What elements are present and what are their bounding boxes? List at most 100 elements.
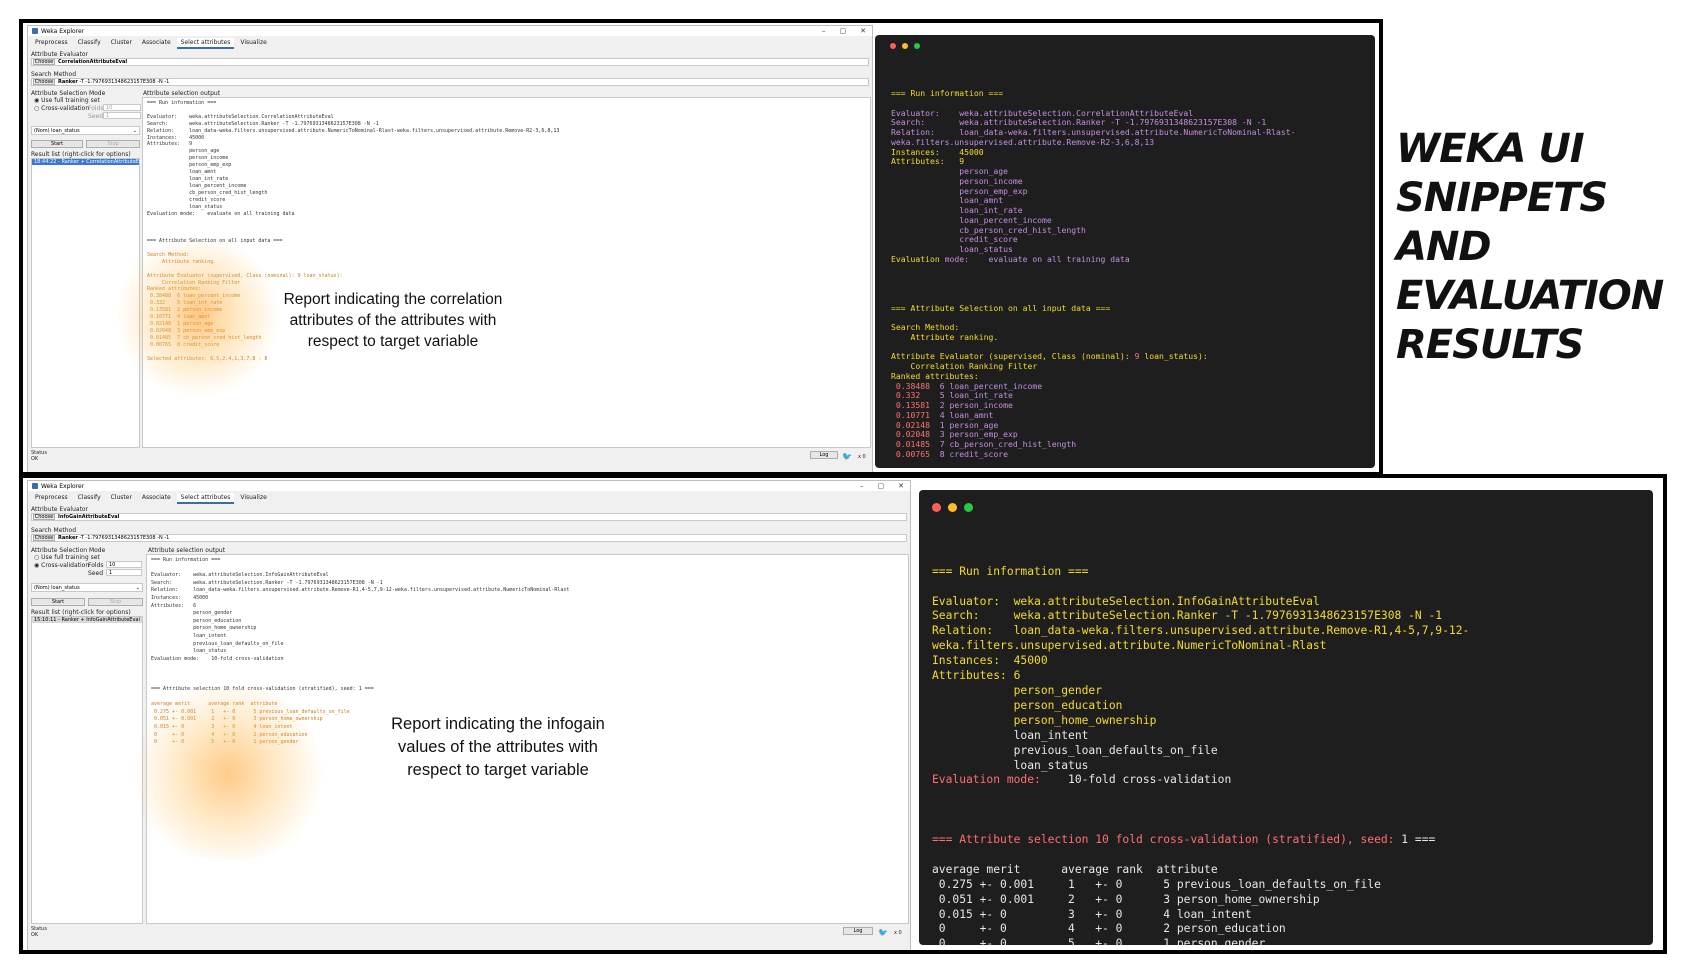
minimize-dot-icon[interactable] [948, 503, 957, 512]
stop-button[interactable]: Stop [88, 598, 143, 606]
output-line: Evaluator: weka.attributeSelection.InfoG… [151, 572, 329, 579]
output-line: Evaluation mode: 10-fold cross-validatio… [151, 655, 284, 662]
text-span: 0.13581 [891, 400, 940, 410]
text-span: 0.01485 [891, 439, 940, 449]
start-button[interactable]: Start [31, 598, 85, 606]
output-line: Evaluation mode: 10-fold cross-validatio… [932, 773, 1653, 788]
use-full-radio[interactable]: ◉ Use full training set [34, 97, 100, 104]
choose-evaluator-button[interactable]: Choose [33, 514, 55, 520]
close-dot-icon[interactable] [890, 43, 896, 49]
minimize-dot-icon[interactable] [902, 43, 908, 49]
text-span: 5 loan_int_rate [939, 390, 1013, 401]
text-span: 9 [1134, 351, 1145, 362]
window-dots [932, 503, 973, 512]
section-title: === Attribute selection 10 fold cross-va… [932, 833, 1653, 848]
start-button[interactable]: Start [31, 140, 83, 148]
log-button[interactable]: Log [843, 927, 873, 935]
output-line: Instances: 45000 [151, 594, 209, 601]
output-line: loan_status [151, 648, 227, 655]
maximize-icon[interactable]: ▢ [878, 482, 885, 490]
folds-input[interactable]: 10 [103, 104, 141, 111]
choose-search-button[interactable]: Choose [33, 79, 55, 85]
chevron-down-icon: ⌄ [135, 585, 140, 591]
output-line: === Run information === [151, 557, 221, 563]
output-line: person_home_ownership [151, 625, 257, 632]
table-row: 0 +- 0 4 +- 0 2 person_education [932, 922, 1286, 936]
weka-app-icon [32, 28, 38, 34]
tab-cluster[interactable]: Cluster [107, 493, 136, 504]
attribute-line: loan_intent [932, 728, 1089, 742]
search-method-label: Search Method [31, 527, 77, 534]
close-icon[interactable]: ✕ [860, 27, 866, 35]
close-dot-icon[interactable] [932, 503, 941, 512]
attribute-line: person_home_ownership [932, 713, 1157, 727]
text-span: evaluate on all training data [968, 253, 1130, 264]
tab-classify[interactable]: Classify [74, 38, 105, 49]
search-field[interactable]: Choose Ranker -T -1.7976931348623157E308 … [31, 534, 907, 542]
class-select[interactable]: (Nom) loan_status ⌄ [31, 583, 143, 592]
output-title: Attribute selection output [143, 90, 221, 97]
stop-button[interactable]: Stop [86, 140, 140, 148]
heading-line: RESULTS [1396, 322, 1584, 368]
choose-search-button[interactable]: Choose [33, 535, 55, 541]
text-span: Instances: [891, 146, 960, 157]
tab-associate[interactable]: Associate [138, 38, 175, 49]
search-field[interactable]: Choose Ranker -T -1.7976931348623157E308 … [31, 78, 869, 86]
tab-classify[interactable]: Classify [74, 493, 105, 504]
evaluator-field[interactable]: Choose InfoGainAttributeEval [31, 513, 907, 521]
tab-associate[interactable]: Associate [138, 493, 175, 504]
table-row: 0.051 +- 0.001 2 +- 0 3 person_home_owne… [932, 892, 1320, 906]
output-line: Instances: 45000 [147, 134, 205, 141]
class-select[interactable]: (Nom) loan_status ⌄ [31, 126, 140, 135]
maximize-icon[interactable]: ▢ [840, 27, 847, 35]
text-span: Instances: [932, 654, 1014, 668]
use-full-radio[interactable]: ○ Use full training set [34, 554, 100, 561]
chevron-down-icon: ⌄ [132, 128, 137, 134]
output-line: Selected attributes: 6,5,2,4,1,3,7,8 : 8 [147, 355, 268, 362]
minimize-icon[interactable]: – [860, 482, 864, 490]
output-line: Relation: loan_data-weka.filters.unsuper… [151, 587, 570, 594]
zoom-dot-icon[interactable] [914, 43, 920, 49]
seed-input[interactable]: 1 [103, 112, 141, 119]
bird-icon: 🐦 [878, 928, 888, 937]
seed-input[interactable]: 1 [106, 569, 142, 576]
folds-input[interactable]: 10 [106, 561, 142, 568]
tab-preprocess[interactable]: Preprocess [31, 38, 72, 49]
text-span: Relation: [932, 624, 1014, 638]
text-span: 3 person_emp_exp [939, 429, 1018, 440]
output-line: Search: weka.attributeSelection.Ranker -… [151, 579, 383, 586]
minimize-icon[interactable]: – [822, 27, 826, 35]
search-name: Ranker [58, 535, 78, 541]
tab-cluster[interactable]: Cluster [107, 38, 136, 49]
text-span: weka.attributeSelection.Ranker -T -1.797… [959, 117, 1267, 128]
text-span: Search: [932, 609, 1014, 623]
table-row: 0.015 +- 0 3 +- 0 4 loan_intent [932, 907, 1252, 921]
log-button[interactable]: Log [810, 451, 838, 459]
zoom-dot-icon[interactable] [964, 503, 973, 512]
tab-preprocess[interactable]: Preprocess [31, 493, 72, 504]
close-icon[interactable]: ✕ [898, 482, 904, 490]
cross-validation-radio[interactable]: ◉ Cross-validation [34, 562, 89, 569]
result-list-item[interactable]: 15:10:11 - Ranker + InfoGainAttributeEva… [32, 617, 142, 623]
tab-select-attributes[interactable]: Select attributes [176, 493, 235, 504]
tab-select-attributes[interactable]: Select attributes [176, 38, 235, 49]
result-list-item[interactable]: 18:44:22 - Ranker + CorrelationAttribute… [32, 159, 146, 165]
output-line: Search: weka.attributeSelection.Ranker -… [147, 120, 379, 127]
evaluator-field[interactable]: Choose CorrelationAttributeEval [31, 58, 869, 66]
selection-mode-label: Attribute Selection Mode [31, 547, 106, 554]
tab-visualize[interactable]: Visualize [236, 38, 270, 49]
search-options: -T -1.7976931348623157E308 -N -1 [79, 79, 170, 85]
tab-visualize[interactable]: Visualize [236, 493, 270, 504]
cross-validation-radio[interactable]: ○ Cross-validation [34, 105, 89, 112]
choose-evaluator-button[interactable]: Choose [33, 59, 55, 65]
folds-label: Folds [88, 105, 104, 112]
text-span: 7 cb_person_cred_hist_length [939, 439, 1077, 449]
